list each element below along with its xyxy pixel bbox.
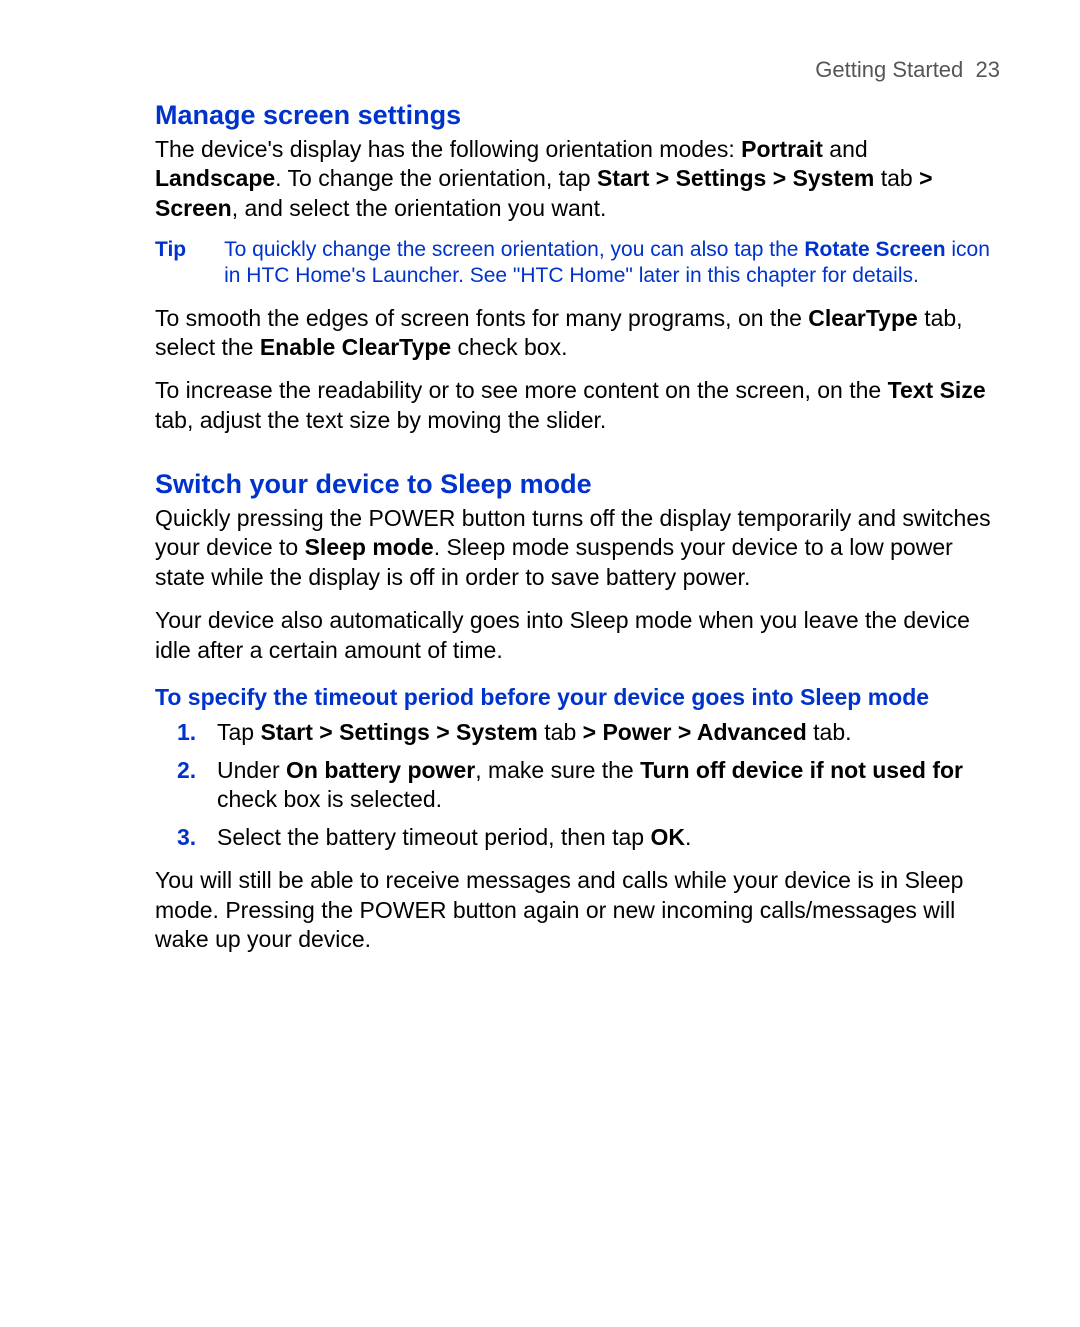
bold-ok: OK — [650, 824, 685, 850]
bold-power-advanced: > Power > Advanced — [583, 719, 807, 745]
bold-sleep-mode: Sleep mode — [305, 534, 434, 560]
bold-nav-path: Start > Settings > System — [260, 719, 537, 745]
bold-portrait: Portrait — [741, 136, 823, 162]
bold-nav-path: Start > Settings > System — [597, 165, 874, 191]
bold-turn-off-device: Turn off device if not used for — [640, 757, 963, 783]
bold-enable-cleartype: Enable ClearType — [260, 334, 451, 360]
step-item: Under On battery power, make sure the Tu… — [211, 756, 1000, 815]
paragraph: Quickly pressing the POWER button turns … — [155, 504, 1000, 592]
bold-rotate-screen: Rotate Screen — [804, 238, 945, 261]
heading-sleep-mode: Switch your device to Sleep mode — [155, 467, 1000, 502]
paragraph: You will still be able to receive messag… — [155, 866, 1000, 954]
steps-list: Tap Start > Settings > System tab > Powe… — [155, 718, 1000, 852]
tip-label: Tip — [155, 237, 186, 290]
page-header: Getting Started 23 — [155, 56, 1000, 84]
tip-body: To quickly change the screen orientation… — [224, 237, 1000, 290]
page-number: 23 — [976, 57, 1000, 82]
subheading-timeout: To specify the timeout period before you… — [155, 683, 1000, 712]
bold-landscape: Landscape — [155, 165, 275, 191]
step-item: Select the battery timeout period, then … — [211, 823, 1000, 852]
paragraph: Your device also automatically goes into… — [155, 606, 1000, 665]
bold-on-battery-power: On battery power — [286, 757, 475, 783]
bold-text-size: Text Size — [888, 377, 986, 403]
heading-manage-screen-settings: Manage screen settings — [155, 98, 1000, 133]
bold-cleartype: ClearType — [808, 305, 918, 331]
step-item: Tap Start > Settings > System tab > Powe… — [211, 718, 1000, 747]
paragraph: To smooth the edges of screen fonts for … — [155, 304, 1000, 363]
section-name: Getting Started — [815, 57, 963, 82]
paragraph: To increase the readability or to see mo… — [155, 376, 1000, 435]
paragraph: The device's display has the following o… — [155, 135, 1000, 223]
tip-block: Tip To quickly change the screen orienta… — [155, 237, 1000, 290]
